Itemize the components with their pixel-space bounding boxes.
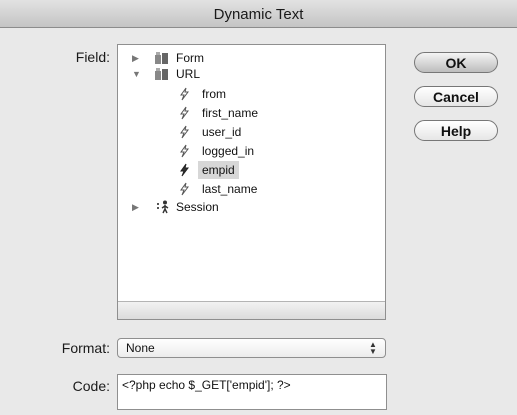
- lightning-icon: [180, 182, 189, 196]
- database-icon: [155, 68, 168, 80]
- tree-item-empid[interactable]: empid: [118, 161, 378, 179]
- lightning-icon: [180, 125, 189, 139]
- format-select-value: None: [126, 341, 155, 355]
- tree-item-last-name[interactable]: last_name: [118, 180, 378, 198]
- lightning-icon: [180, 106, 189, 120]
- code-label: Code:: [72, 378, 110, 394]
- tree-item-label: from: [202, 87, 226, 101]
- tree-item-first-name[interactable]: first_name: [118, 104, 378, 122]
- collapse-triangle-icon[interactable]: ▼: [132, 65, 141, 83]
- format-select[interactable]: None ▲ ▼: [117, 338, 386, 358]
- window-title: Dynamic Text: [213, 6, 304, 23]
- tree-item-url[interactable]: ▼ URL: [118, 65, 378, 83]
- database-icon: [155, 52, 168, 64]
- tree-content: ▶ Form ▼ URL from first_name user_id log…: [118, 45, 385, 301]
- lightning-icon: [180, 163, 189, 177]
- tree-item-label: user_id: [202, 125, 242, 139]
- tree-item-logged-in[interactable]: logged_in: [118, 142, 378, 160]
- tree-item-label: last_name: [202, 182, 258, 196]
- cancel-button[interactable]: Cancel: [414, 86, 498, 107]
- tree-item-label: logged_in: [202, 144, 255, 158]
- tree-item-label: Session: [176, 200, 219, 214]
- tree-item-label: empid: [198, 161, 239, 179]
- updown-arrows-icon: ▲ ▼: [369, 340, 377, 356]
- title-bar: Dynamic Text: [0, 0, 517, 28]
- ok-button[interactable]: OK: [414, 52, 498, 73]
- format-label: Format:: [61, 340, 110, 356]
- person-icon: [157, 200, 169, 214]
- tree-item-label: first_name: [202, 106, 259, 120]
- tree-item-user-id[interactable]: user_id: [118, 123, 378, 141]
- tree-item-label: URL: [176, 67, 201, 81]
- field-label: Field:: [75, 49, 110, 65]
- lightning-icon: [180, 87, 189, 101]
- tree-item-session[interactable]: ▶ Session: [118, 198, 378, 216]
- expand-triangle-icon[interactable]: ▶: [132, 198, 139, 216]
- code-field[interactable]: <?php echo $_GET['empid']; ?>: [117, 374, 387, 410]
- lightning-icon: [180, 144, 189, 158]
- horizontal-scrollbar[interactable]: [118, 301, 385, 319]
- tree-item-from[interactable]: from: [118, 85, 378, 103]
- field-tree[interactable]: ▶ Form ▼ URL from first_name user_id log…: [117, 44, 386, 320]
- help-button[interactable]: Help: [414, 120, 498, 141]
